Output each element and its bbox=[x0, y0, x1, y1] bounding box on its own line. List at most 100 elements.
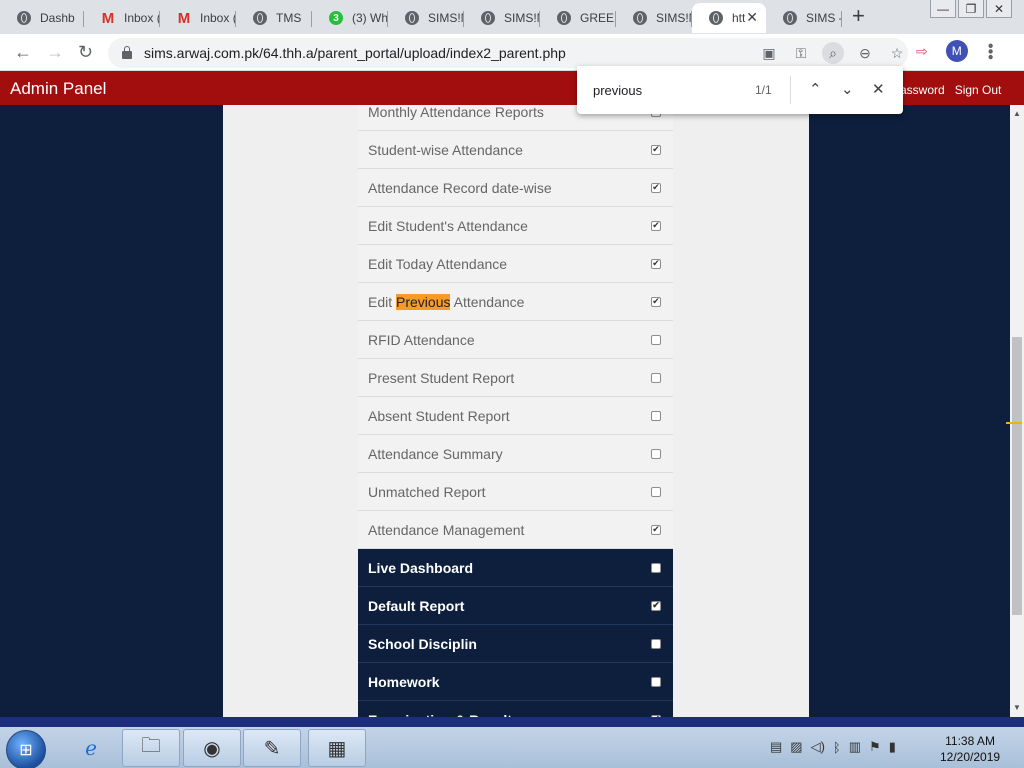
tab-title: htt bbox=[732, 11, 746, 25]
find-previous-chevron-up-icon[interactable]: ⌃ bbox=[809, 80, 822, 98]
close-window-button[interactable]: ✕ bbox=[986, 0, 1012, 18]
globe-icon bbox=[632, 10, 648, 26]
forward-arrow-icon[interactable]: → bbox=[46, 42, 64, 63]
find-match-count: 1/1 bbox=[755, 83, 772, 97]
globe-icon bbox=[782, 10, 798, 26]
paint-icon[interactable]: ✎ bbox=[243, 729, 301, 767]
find-highlight: Previous bbox=[396, 293, 451, 310]
volume-icon[interactable]: ◁) bbox=[811, 739, 825, 755]
scrollbar-thumb[interactable] bbox=[1012, 337, 1022, 615]
clock[interactable]: 11:38 AM 12/20/2019 bbox=[940, 733, 1000, 765]
tab-5[interactable]: SIMS!N bbox=[388, 3, 464, 33]
permission-row: Unmatched Report bbox=[358, 473, 673, 511]
permission-label: Edit Student's Attendance bbox=[368, 217, 528, 234]
find-icon[interactable]: ⌕ bbox=[822, 42, 844, 64]
tab-7[interactable]: GREEN bbox=[540, 3, 616, 33]
permission-row: Live Dashboard bbox=[358, 549, 673, 587]
key-icon[interactable]: ⚿ bbox=[790, 42, 812, 64]
permission-row: Attendance Management bbox=[358, 511, 673, 549]
tab-title: TMS bbox=[276, 11, 302, 25]
back-arrow-icon[interactable]: ← bbox=[14, 42, 32, 63]
window-controls: — ❐ ✕ bbox=[928, 0, 1012, 18]
cast-icon[interactable]: ⇨ bbox=[916, 43, 928, 60]
permission-checkbox[interactable] bbox=[651, 600, 661, 611]
permission-row: RFID Attendance bbox=[358, 321, 673, 359]
permission-row: Present Student Report bbox=[358, 359, 673, 397]
menu-kebab-icon[interactable]: ••• bbox=[982, 43, 999, 60]
permission-checkbox[interactable] bbox=[651, 144, 661, 155]
permission-checkbox[interactable] bbox=[651, 182, 661, 193]
tab-title: SIMS!N bbox=[504, 11, 540, 25]
avatar[interactable]: M bbox=[945, 40, 968, 62]
find-close-icon[interactable]: ✕ bbox=[872, 80, 885, 98]
label-prefix: Edit bbox=[368, 293, 397, 310]
permission-checkbox[interactable] bbox=[651, 676, 661, 687]
permission-checkbox[interactable] bbox=[651, 372, 661, 383]
zoom-icon[interactable]: ⊖ bbox=[854, 42, 876, 64]
new-tab-button[interactable]: + bbox=[852, 5, 865, 27]
tab-9[interactable]: htt ✕ bbox=[692, 3, 766, 33]
action-center-icon[interactable]: ⚑ bbox=[869, 739, 881, 755]
address-bar[interactable]: sims.arwaj.com.pk/64.thh.a/parent_portal… bbox=[108, 38, 908, 68]
tray-clipboard-icon[interactable]: ▤ bbox=[770, 739, 782, 755]
clock-date: 12/20/2019 bbox=[940, 750, 1001, 764]
change-password-link[interactable]: assword bbox=[900, 83, 945, 97]
start-button[interactable]: ⊞ bbox=[6, 730, 46, 768]
chrome-icon[interactable]: ◉ bbox=[183, 729, 241, 767]
tab-title: SIMS!N bbox=[428, 11, 464, 25]
file-explorer-icon[interactable]: 🗀 bbox=[122, 729, 180, 767]
maximize-button[interactable]: ❐ bbox=[958, 0, 984, 18]
scroll-down-arrow-icon[interactable]: ▼ bbox=[1013, 703, 1021, 712]
permission-checkbox[interactable] bbox=[651, 220, 661, 231]
permission-checkbox[interactable] bbox=[651, 296, 661, 307]
permission-checkbox[interactable] bbox=[651, 258, 661, 269]
whatsapp-icon: 3 bbox=[328, 10, 344, 26]
network-icon[interactable]: ▥ bbox=[849, 739, 861, 755]
permission-label: Edit Today Attendance bbox=[368, 255, 508, 272]
minimize-button[interactable]: — bbox=[930, 0, 956, 18]
taskbar-top-strip bbox=[0, 717, 1024, 727]
permission-checkbox[interactable] bbox=[651, 524, 661, 535]
tray-app-icon[interactable]: ▨ bbox=[790, 739, 802, 755]
blocked-popup-icon[interactable]: ▣ bbox=[758, 42, 780, 64]
permission-checkbox[interactable] bbox=[651, 410, 661, 421]
tab-0[interactable]: Dashb bbox=[0, 3, 84, 33]
permission-label: Unmatched Report bbox=[368, 483, 486, 500]
sign-out-link[interactable]: Sign Out bbox=[955, 83, 1002, 97]
power-icon[interactable]: ▮ bbox=[889, 739, 896, 755]
tab-6[interactable]: SIMS!N bbox=[464, 3, 540, 33]
find-input[interactable]: previous bbox=[593, 83, 642, 98]
tab-close-icon[interactable]: ✕ bbox=[746, 9, 758, 26]
tab-title: GREEN bbox=[580, 11, 616, 25]
tab-1[interactable]: M Inbox ( bbox=[84, 3, 160, 33]
permission-checkbox[interactable] bbox=[651, 562, 661, 573]
permission-row: Edit Student's Attendance bbox=[358, 207, 673, 245]
permission-label: Edit Previous Attendance bbox=[368, 293, 673, 310]
permission-label: Attendance Record date-wise bbox=[368, 179, 552, 196]
permission-label: Attendance Management bbox=[368, 521, 525, 538]
reload-icon[interactable]: ↻ bbox=[78, 42, 93, 63]
permission-label: Homework bbox=[368, 673, 440, 690]
excel-icon[interactable]: ▦ bbox=[308, 729, 366, 767]
tab-10[interactable]: SIMS - bbox=[766, 3, 842, 33]
scroll-up-arrow-icon[interactable]: ▲ bbox=[1013, 109, 1021, 118]
tab-2[interactable]: M Inbox ( bbox=[160, 3, 236, 33]
permission-checkbox[interactable] bbox=[651, 638, 661, 649]
browser-tab-strip: + — ❐ ✕ Dashb M Inbox (M Inbox (TMS 3 (3) Wh S… bbox=[0, 0, 1024, 34]
internet-explorer-icon[interactable]: ℯ bbox=[62, 729, 120, 767]
tab-3[interactable]: TMS bbox=[236, 3, 312, 33]
globe-icon bbox=[16, 10, 32, 26]
find-match-marker bbox=[1006, 422, 1022, 424]
star-icon[interactable]: ☆ bbox=[886, 42, 908, 64]
permission-row: Absent Student Report bbox=[358, 397, 673, 435]
tab-4[interactable]: 3 (3) Wh bbox=[312, 3, 388, 33]
permission-row: Student-wise Attendance bbox=[358, 131, 673, 169]
label-suffix: Attendance bbox=[450, 293, 525, 310]
find-next-chevron-down-icon[interactable]: ⌄ bbox=[841, 80, 854, 98]
permission-checkbox[interactable] bbox=[651, 486, 661, 497]
permission-checkbox[interactable] bbox=[651, 448, 661, 459]
tab-8[interactable]: SIMS!N bbox=[616, 3, 692, 33]
bluetooth-icon[interactable]: ᛒ bbox=[833, 740, 841, 755]
vertical-scrollbar[interactable]: ▲ ▼ bbox=[1006, 105, 1024, 717]
permission-checkbox[interactable] bbox=[651, 334, 661, 345]
